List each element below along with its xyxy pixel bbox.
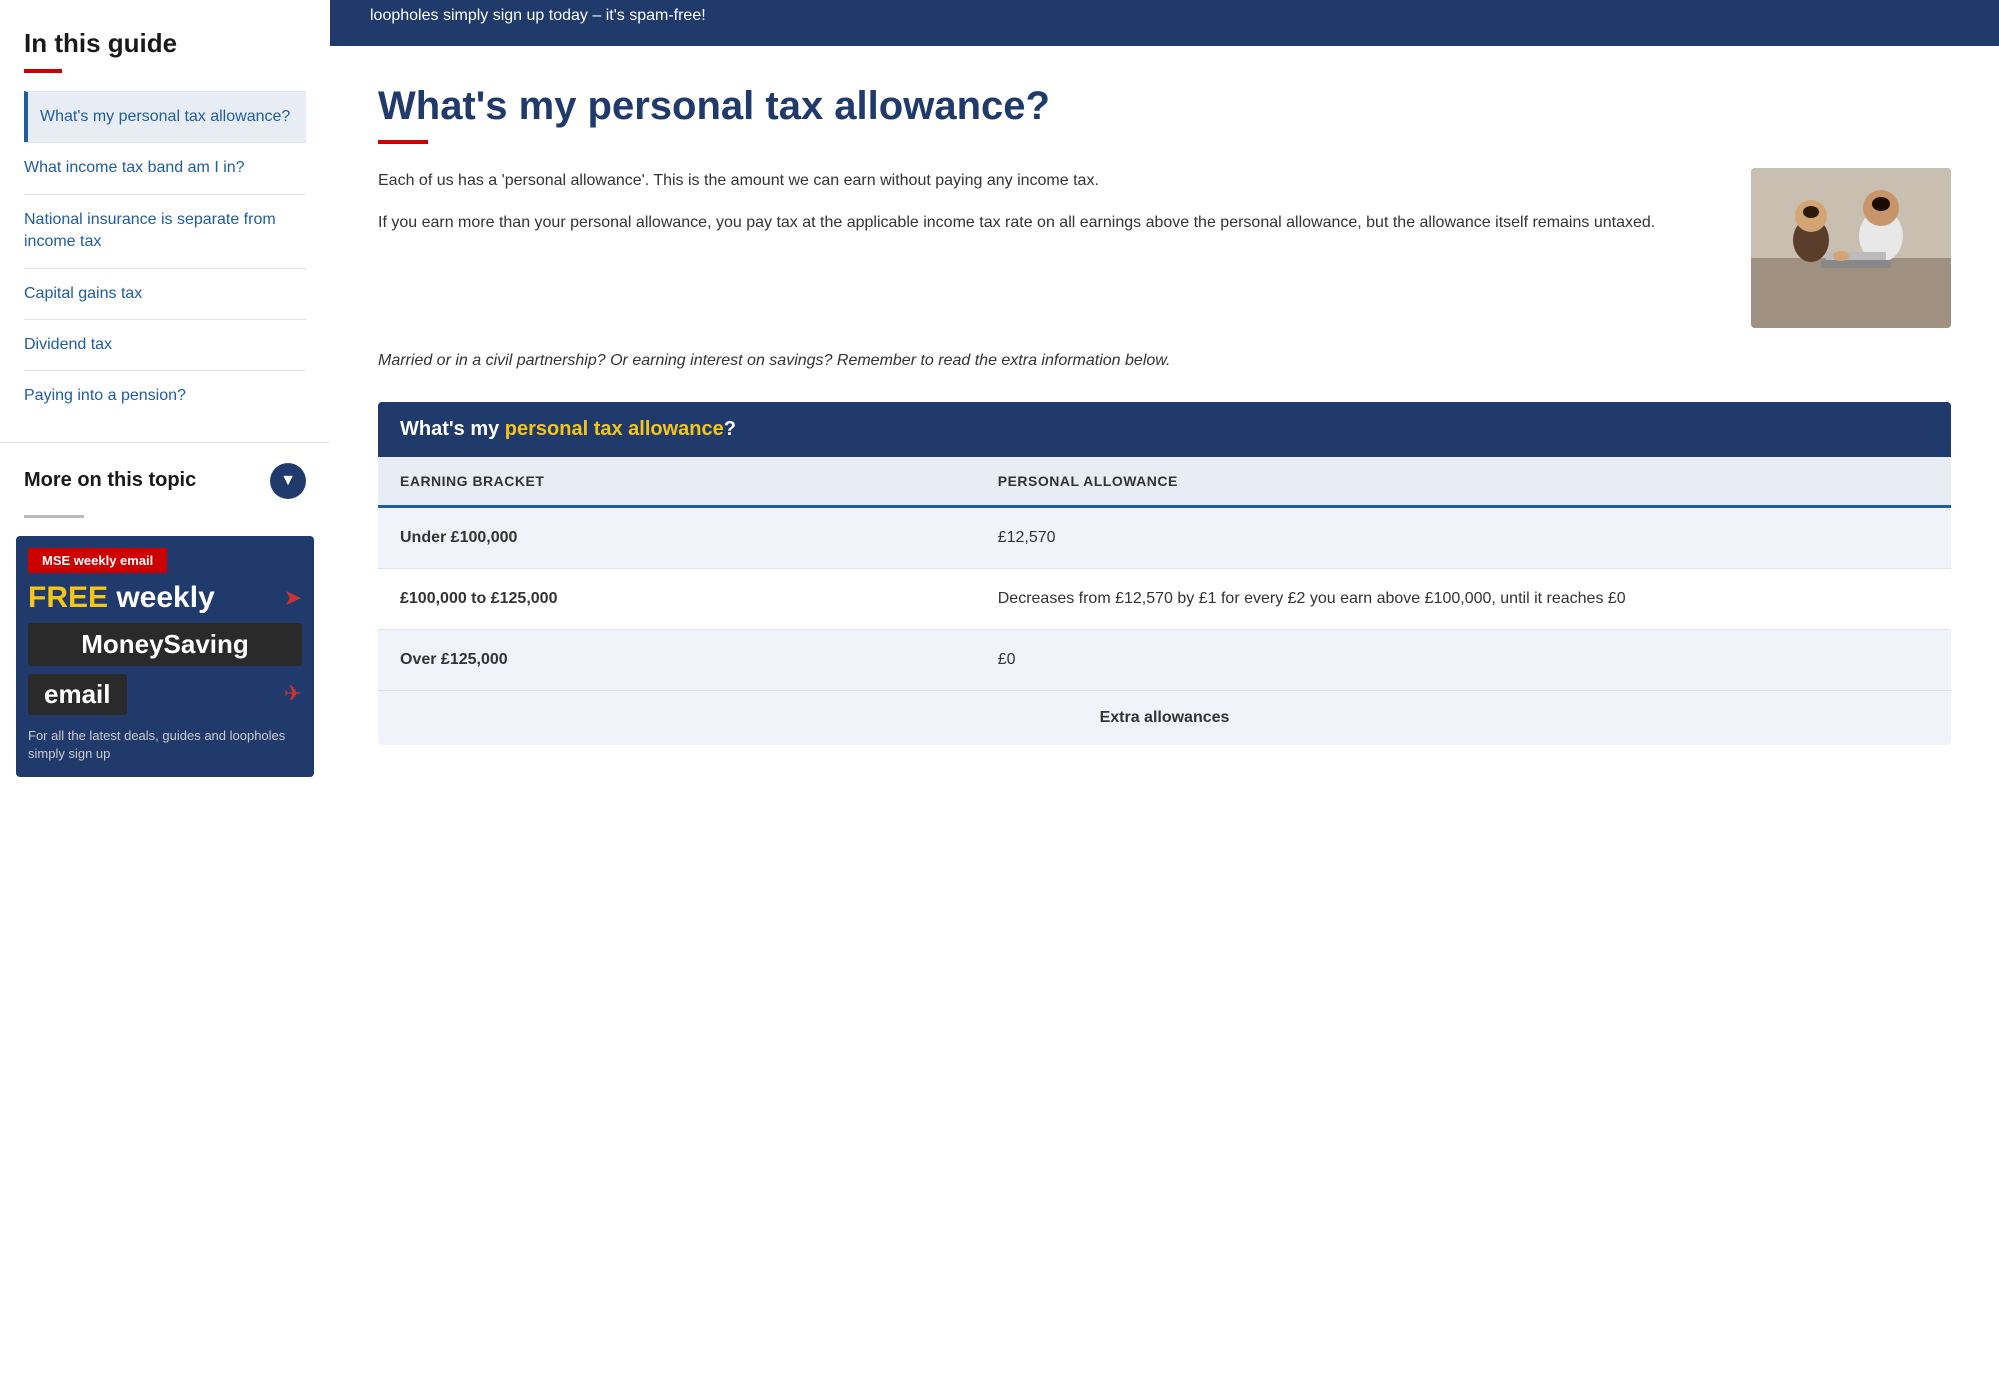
guide-section: In this guide What's my personal tax all… xyxy=(0,0,330,442)
guide-title: In this guide xyxy=(24,28,306,59)
allowance-data-table: EARNING BRACKET PERSONAL ALLOWANCE Under… xyxy=(378,457,1951,745)
table-header-text: What's my personal tax allowance? xyxy=(400,418,736,441)
table-header: What's my personal tax allowance? xyxy=(378,402,1951,457)
guide-title-underline xyxy=(24,69,62,73)
table-footer-cell: Extra allowances xyxy=(378,690,1951,745)
sidebar-nav-item-capital-gains[interactable]: Capital gains tax xyxy=(24,268,306,319)
guide-nav: What's my personal tax allowance?What in… xyxy=(24,91,306,422)
table-header-end: ? xyxy=(724,418,736,440)
email-promo-free-row: FREE weekly ➤ xyxy=(16,579,314,623)
top-banner-text: loopholes simply sign up today – it's sp… xyxy=(370,0,1959,28)
personal-allowance-table: What's my personal tax allowance? EARNIN… xyxy=(378,402,1951,745)
sidebar: In this guide What's my personal tax all… xyxy=(0,0,330,1386)
sidebar-nav-link-capital-gains[interactable]: Capital gains tax xyxy=(24,269,306,319)
table-cell-bracket-0: Under £100,000 xyxy=(378,506,976,568)
table-header-highlight: personal tax allowance xyxy=(505,418,724,440)
table-footer-row: Extra allowances xyxy=(378,690,1951,745)
more-on-topic-title: More on this topic xyxy=(24,469,196,492)
email-promo-badge: MSE weekly email xyxy=(28,548,167,573)
col-bracket-header: EARNING BRACKET xyxy=(378,457,976,507)
article-para1: Each of us has a 'personal allowance'. T… xyxy=(378,168,1719,194)
table-cell-allowance-0: £12,570 xyxy=(976,506,1951,568)
article-intro-text: Each of us has a 'personal allowance'. T… xyxy=(378,168,1719,328)
sidebar-nav-item-pension[interactable]: Paying into a pension? xyxy=(24,370,306,421)
more-on-topic-toggle[interactable]: ▼ xyxy=(270,463,306,499)
more-divider xyxy=(24,515,84,518)
table-cell-allowance-2: £0 xyxy=(976,629,1951,690)
table-row: Under £100,000£12,570 xyxy=(378,506,1951,568)
more-on-topic-section: More on this topic ▼ xyxy=(0,442,330,515)
article-title-underline xyxy=(378,140,428,144)
table-cell-bracket-1: £100,000 to £125,000 xyxy=(378,568,976,629)
sidebar-nav-link-pension[interactable]: Paying into a pension? xyxy=(24,371,306,421)
people-working-illustration xyxy=(1751,168,1951,328)
article-intro-image xyxy=(1751,168,1951,328)
email-promo-moneysaving: MoneySaving xyxy=(28,623,302,666)
email-promo-email-row: email ✈ xyxy=(16,674,314,723)
table-row: £100,000 to £125,000Decreases from £12,5… xyxy=(378,568,1951,629)
email-promo-footer: For all the latest deals, guides and loo… xyxy=(16,723,314,777)
sidebar-nav-link-national-insurance[interactable]: National insurance is separate from inco… xyxy=(24,195,306,268)
table-header-normal: What's my xyxy=(400,418,505,440)
article-italic: Married or in a civil partnership? Or ea… xyxy=(378,348,1951,374)
table-body: Under £100,000£12,570£100,000 to £125,00… xyxy=(378,506,1951,690)
sidebar-nav-item-income-tax-band[interactable]: What income tax band am I in? xyxy=(24,142,306,193)
sidebar-nav-link-personal-tax-allowance[interactable]: What's my personal tax allowance? xyxy=(36,92,306,142)
article-intro: Each of us has a 'personal allowance'. T… xyxy=(378,168,1951,328)
sidebar-nav-item-national-insurance[interactable]: National insurance is separate from inco… xyxy=(24,194,306,268)
top-banner: loopholes simply sign up today – it's sp… xyxy=(330,0,1999,46)
chevron-down-icon: ▼ xyxy=(280,472,296,490)
email-promo-free-word: FREE xyxy=(28,581,108,614)
article-title: What's my personal tax allowance? xyxy=(378,82,1951,130)
email-arrow-icon-2: ✈ xyxy=(284,681,302,707)
sidebar-nav-link-income-tax-band[interactable]: What income tax band am I in? xyxy=(24,143,306,193)
table-cell-bracket-2: Over £125,000 xyxy=(378,629,976,690)
email-promo-widget: MSE weekly email FREE weekly ➤ MoneySavi… xyxy=(16,536,314,777)
table-row: Over £125,000£0 xyxy=(378,629,1951,690)
article-para2: If you earn more than your personal allo… xyxy=(378,210,1719,236)
col-allowance-header: PERSONAL ALLOWANCE xyxy=(976,457,1951,507)
table-header-row: EARNING BRACKET PERSONAL ALLOWANCE xyxy=(378,457,1951,507)
sidebar-nav-link-dividend-tax[interactable]: Dividend tax xyxy=(24,320,306,370)
email-promo-email-word: email xyxy=(28,674,127,715)
article-body: What's my personal tax allowance? Each o… xyxy=(330,46,1999,1386)
email-arrow-icon-1: ➤ xyxy=(284,585,302,611)
table-cell-allowance-1: Decreases from £12,570 by £1 for every £… xyxy=(976,568,1951,629)
main-content: loopholes simply sign up today – it's sp… xyxy=(330,0,1999,1386)
sidebar-nav-item-personal-tax-allowance[interactable]: What's my personal tax allowance? xyxy=(24,91,306,142)
sidebar-nav-item-dividend-tax[interactable]: Dividend tax xyxy=(24,319,306,370)
email-promo-weekly-word: weekly xyxy=(108,581,215,614)
email-promo-free-text: FREE weekly xyxy=(28,581,215,615)
